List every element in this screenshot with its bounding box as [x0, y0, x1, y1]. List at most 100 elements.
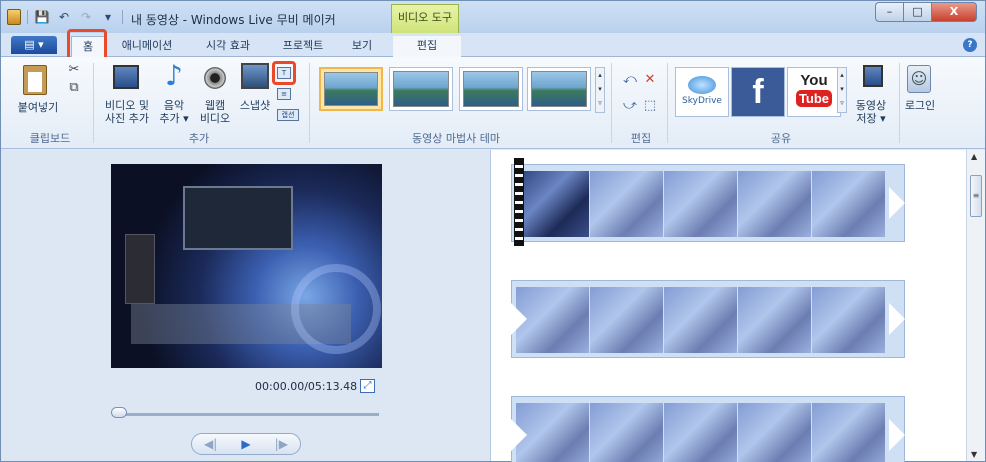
storyboard [492, 150, 966, 462]
context-tab-video-tools: 비디오 도구 [391, 4, 459, 33]
fullscreen-icon[interactable]: ⤢ [360, 379, 375, 393]
paste-button-label[interactable]: 붙여넣기 [15, 101, 61, 114]
select-all-icon[interactable]: ⬚ [643, 99, 657, 113]
music-icon[interactable]: ♪ [165, 61, 183, 91]
clip-frame [664, 287, 737, 353]
snapshot-icon[interactable] [241, 63, 269, 89]
clip-frames [516, 403, 886, 462]
copy-icon[interactable]: ⧉ [67, 81, 81, 95]
theme-gallery-scroll[interactable]: ▴ ▾ ▿ [595, 67, 605, 113]
webcam-icon[interactable] [204, 67, 226, 89]
clip-frame [738, 171, 811, 237]
group-label-add: 추가 [188, 132, 210, 145]
clip-frame [664, 403, 737, 462]
qat-separator [27, 10, 28, 24]
theme-thumbnail [463, 71, 519, 107]
play-icon[interactable]: ▶ [241, 437, 250, 451]
save-movie-label-line1: 동영상 [855, 99, 887, 112]
theme-thumbnail [393, 71, 449, 107]
maximize-button[interactable]: □ [903, 2, 931, 22]
scroll-thumb[interactable]: ≡ [970, 175, 982, 217]
clip-frame [738, 403, 811, 462]
next-frame-icon[interactable]: |▶ [275, 437, 288, 451]
clip-frame [812, 171, 885, 237]
group-label-share: 공유 [770, 132, 792, 145]
minimize-button[interactable]: – [875, 2, 903, 22]
qat-separator [122, 10, 123, 24]
customize-qat-icon[interactable]: ▾ [100, 9, 116, 25]
skydrive-label: SkyDrive [682, 96, 722, 106]
theme-cinematic[interactable] [459, 67, 523, 111]
credits-dropdown[interactable]: 캡션 [277, 109, 299, 121]
group-separator [667, 63, 668, 143]
rotate-left-icon[interactable]: ⤺ [623, 73, 637, 87]
tab-view[interactable]: 보기 [341, 36, 383, 57]
cut-icon[interactable]: ✂ [67, 63, 81, 77]
add-video-photo-icon[interactable] [113, 65, 139, 89]
save-icon[interactable]: 💾 [34, 9, 50, 25]
seek-thumb[interactable] [111, 407, 127, 418]
tab-edit[interactable]: 편집 [393, 36, 461, 57]
clip-start-notch [511, 303, 527, 335]
quick-access-toolbar: 💾 ↶ ↷ ▾ [27, 9, 123, 25]
preview-ring-shape [291, 264, 381, 354]
title-button-highlight [272, 61, 296, 85]
tab-project[interactable]: 프로젝트 [271, 36, 335, 57]
clip-frame [590, 287, 663, 353]
playback-controls: ◀| ▶ |▶ [191, 433, 301, 455]
tab-animation[interactable]: 애니메이션 [111, 36, 183, 57]
clip-start-notch [511, 419, 527, 451]
paste-icon[interactable] [23, 65, 47, 95]
save-movie-label[interactable]: 동영상 저장 ▾ [851, 99, 891, 125]
help-icon[interactable]: ? [963, 38, 977, 52]
storyboard-scrollbar[interactable]: ▲ ≡ ▼ [966, 150, 985, 461]
theme-default[interactable] [319, 67, 383, 111]
seek-bar[interactable] [115, 413, 379, 416]
file-menu-button[interactable]: ▤ ▾ [11, 36, 57, 54]
clip-frame [590, 403, 663, 462]
rotate-right-icon[interactable]: ⤻ [623, 99, 637, 113]
facebook-button[interactable]: f [731, 67, 785, 117]
save-movie-icon[interactable] [863, 65, 883, 87]
clip-frame [664, 171, 737, 237]
close-button[interactable]: X [931, 2, 977, 22]
youtube-tube-label: Tube [795, 90, 833, 107]
theme-fade[interactable] [527, 67, 591, 111]
remove-icon[interactable]: ✕ [643, 73, 657, 87]
ribbon-tab-row: ▤ ▾ 홈 애니메이션 시각 효과 프로젝트 보기 편집 ? [1, 33, 985, 57]
skydrive-icon [688, 76, 716, 94]
clip-end-arrow [889, 419, 905, 451]
add-video-photo-label[interactable]: 비디오 및 사진 추가 [99, 99, 155, 125]
snapshot-label[interactable]: 스냅샷 [235, 99, 275, 112]
login-icon[interactable]: ☺ [907, 65, 931, 93]
undo-icon[interactable]: ↶ [56, 9, 72, 25]
clip-item[interactable] [511, 164, 905, 242]
caption-icon[interactable]: ≡ [277, 88, 291, 100]
scroll-down-icon[interactable]: ▼ [971, 450, 977, 459]
tab-visual-effects[interactable]: 시각 효과 [193, 36, 263, 57]
clip-frame [738, 287, 811, 353]
video-preview[interactable] [111, 164, 382, 368]
clip-item[interactable] [511, 280, 905, 358]
share-gallery-scroll[interactable]: ▴ ▾ ▿ [837, 67, 847, 113]
redo-icon[interactable]: ↷ [78, 9, 94, 25]
window-title: 내 동영상 - Windows Live 무비 메이커 [131, 13, 336, 27]
playhead[interactable] [514, 158, 524, 246]
clip-item[interactable] [511, 396, 905, 462]
webcam-video-label[interactable]: 웹캠 비디오 [197, 99, 233, 125]
youtube-button[interactable]: You Tube [787, 67, 841, 117]
theme-thumbnail [324, 72, 378, 106]
skydrive-button[interactable]: SkyDrive [675, 67, 729, 117]
ribbon: ✂ ⧉ 붙여넣기 클립보드 비디오 및 사진 추가 ♪ 음악 추가 ▾ 웹캠 비… [1, 57, 985, 149]
login-label[interactable]: 로그인 [899, 99, 941, 112]
add-music-label[interactable]: 음악 추가 ▾ [157, 99, 191, 125]
clip-frame [516, 171, 589, 237]
scroll-up-icon[interactable]: ▲ [971, 152, 977, 161]
window-controls: – □ X [875, 2, 977, 22]
app-icon[interactable] [7, 9, 21, 25]
previous-frame-icon[interactable]: ◀| [204, 437, 217, 451]
group-label-edit: 편집 [630, 132, 652, 145]
clip-frame [812, 287, 885, 353]
preview-pane: 00:00.00/05:13.48 ⤢ ◀| ▶ |▶ [1, 150, 491, 461]
theme-contemporary[interactable] [389, 67, 453, 111]
